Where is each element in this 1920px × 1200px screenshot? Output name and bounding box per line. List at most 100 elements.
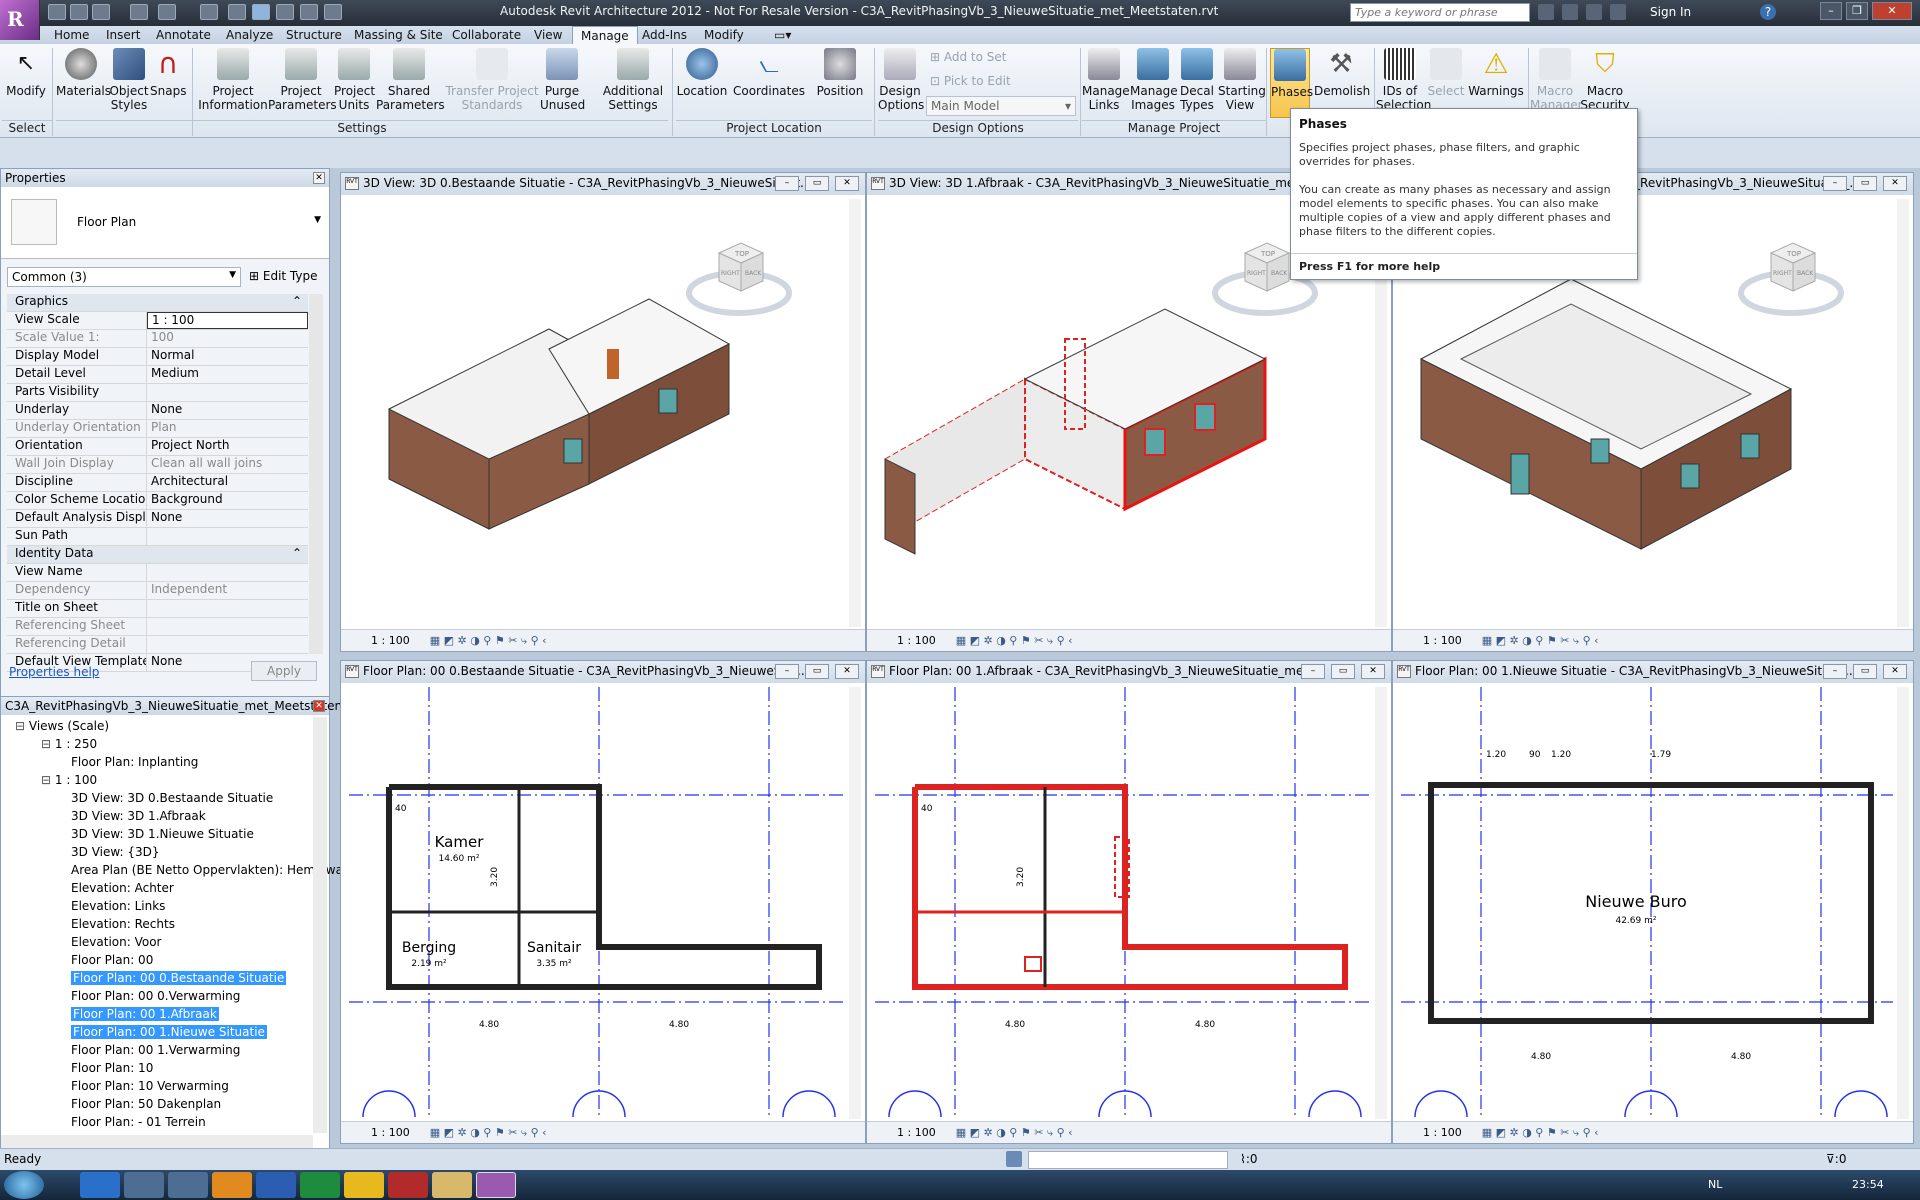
selection-filter[interactable]: ⊽:0 xyxy=(1826,1152,1846,1166)
browser-item[interactable]: Floor Plan: 00 1.Verwarming xyxy=(1,1041,313,1059)
grid-bubble[interactable] xyxy=(1308,1090,1362,1119)
application-menu-button[interactable]: R xyxy=(0,0,40,40)
transfer-project-standards-button[interactable]: Transfer Project Standards xyxy=(444,48,540,112)
view-title-bar[interactable]: RVT Floor Plan: 00 1.Afbraak - C3A_RevitP… xyxy=(867,661,1391,683)
property-category[interactable]: Identity Data ⌃ xyxy=(7,546,308,564)
browser-item[interactable]: Floor Plan: 00 xyxy=(1,951,313,969)
view-minimize-button[interactable]: – xyxy=(775,664,799,679)
view-vscrollbar[interactable] xyxy=(1897,199,1909,627)
view-maximize-button[interactable]: ▭ xyxy=(1331,664,1355,679)
close-browser-button[interactable]: ✕ xyxy=(313,700,325,712)
property-value[interactable]: 1 : 100 xyxy=(147,312,308,329)
view-close-button[interactable]: ✕ xyxy=(1883,176,1907,191)
undo-icon[interactable] xyxy=(130,4,148,20)
acrobat-icon[interactable] xyxy=(388,1172,428,1198)
view-minimize-button[interactable]: – xyxy=(1301,664,1325,679)
edit-type-button[interactable]: ⊞ Edit Type xyxy=(249,267,318,287)
favorites-star-icon[interactable] xyxy=(1610,4,1626,20)
manage-images-button[interactable]: Manage Images xyxy=(1130,48,1178,112)
project-units-button[interactable]: Project Units xyxy=(334,48,375,112)
view-minimize-button[interactable]: – xyxy=(1823,664,1847,679)
browser-hscrollbar[interactable] xyxy=(1,1135,313,1149)
tab-structure[interactable]: Structure xyxy=(278,26,350,44)
browser-item[interactable]: Elevation: Achter xyxy=(1,879,313,897)
media-icon[interactable] xyxy=(168,1172,208,1198)
design-option-dropdown[interactable]: Main Model ▾ xyxy=(926,96,1076,116)
decal-types-button[interactable]: Decal Types xyxy=(1176,48,1218,112)
additional-settings-button[interactable]: Additional Settings xyxy=(600,48,666,112)
tab-home[interactable]: Home xyxy=(46,26,97,44)
view-title-bar[interactable]: RVT Floor Plan: 00 1.Nieuwe Situatie - C3… xyxy=(1393,661,1913,683)
view-vscrollbar[interactable] xyxy=(1375,687,1387,1119)
panel-toggle-icon[interactable]: ▭▾ xyxy=(766,26,799,44)
location-button[interactable]: Location xyxy=(676,48,728,98)
view-canvas[interactable]: Kamer 14.60 m² Berging 2.19 m² Sanitair 3.35 … xyxy=(349,687,845,1119)
view-maximize-button[interactable]: ▭ xyxy=(1853,176,1877,191)
property-value[interactable] xyxy=(147,528,308,545)
snaps-button[interactable]: ∩ Snaps xyxy=(150,48,186,99)
browser-item[interactable]: ⊟ 1 : 250 xyxy=(1,735,313,753)
revit-taskbar-icon[interactable] xyxy=(476,1172,516,1198)
object-styles-button[interactable]: Object Styles xyxy=(108,48,150,112)
tab-massing-site[interactable]: Massing & Site xyxy=(346,26,451,44)
start-button[interactable] xyxy=(4,1171,44,1199)
browser-item[interactable]: Elevation: Links xyxy=(1,897,313,915)
browser-item[interactable]: Elevation: Rechts xyxy=(1,915,313,933)
grid-bubble[interactable] xyxy=(362,1090,416,1119)
tab-annotate[interactable]: Annotate xyxy=(148,26,219,44)
explorer-icon[interactable] xyxy=(432,1172,472,1198)
binoculars-icon[interactable] xyxy=(1538,4,1554,20)
language-indicator[interactable]: NL xyxy=(1708,1178,1722,1191)
browser-item[interactable]: Floor Plan: 00 0.Bestaande Situatie xyxy=(1,969,313,987)
clock[interactable]: 23:54 xyxy=(1852,1178,1884,1191)
view-floor-plan-window[interactable]: RVT Floor Plan: 00 1.Nieuwe Situatie - C3… xyxy=(1392,660,1914,1144)
redo-icon[interactable] xyxy=(158,4,176,20)
browser-item[interactable]: Elevation: Voor xyxy=(1,933,313,951)
view-scale[interactable]: 1 : 100 xyxy=(897,1126,936,1139)
property-value[interactable]: None xyxy=(147,510,308,527)
communication-icon[interactable] xyxy=(1586,4,1602,20)
view-close-button[interactable]: ✕ xyxy=(1883,664,1907,679)
property-value[interactable]: Project North xyxy=(147,438,308,455)
browser-item[interactable]: Area Plan (BE Netto Oppervlakten): Hemel… xyxy=(1,861,348,879)
view-controls-icons[interactable]: ▦ ◩ ✲ ◑ ⚲ ⚑ ✂ ⤷ ⚲ ‹ xyxy=(430,634,547,647)
property-value[interactable]: Background xyxy=(147,492,308,509)
close-button[interactable]: ✕ xyxy=(1872,2,1912,20)
media-player-icon[interactable] xyxy=(212,1172,252,1198)
browser-item[interactable]: 3D View: 3D 1.Afbraak xyxy=(1,807,313,825)
save-icon[interactable] xyxy=(70,4,88,20)
purge-unused-button[interactable]: Purge Unused xyxy=(540,48,585,112)
browser-item[interactable]: 3D View: {3D} xyxy=(1,843,313,861)
view-controls-icons[interactable]: ▦ ◩ ✲ ◑ ⚲ ⚑ ✂ ⤷ ⚲ ‹ xyxy=(1482,634,1599,647)
view-cube[interactable]: TOP RIGHT BACK xyxy=(1738,242,1844,316)
view-floor-plan-window[interactable]: RVT Floor Plan: 00 1.Afbraak - C3A_RevitP… xyxy=(866,660,1392,1144)
view-cube[interactable]: TOP RIGHT BACK xyxy=(686,242,792,316)
room-label[interactable]: Kamer xyxy=(435,833,485,851)
browser-item[interactable]: Floor Plan: 10 Verwarming xyxy=(1,1077,313,1095)
view-close-button[interactable]: ✕ xyxy=(1361,664,1385,679)
close-properties-button[interactable]: ✕ xyxy=(313,172,325,184)
minimize-button[interactable]: – xyxy=(1820,2,1842,20)
view-canvas[interactable]: 4.80 4.80 3.20 40 xyxy=(875,687,1371,1119)
browser-item[interactable]: Floor Plan: 00 0.Verwarming xyxy=(1,987,313,1005)
type-dropdown-icon[interactable]: ▼ xyxy=(314,215,321,225)
view-title-bar[interactable]: RVT 3D View: 3D 0.Bestaande Situatie - C3… xyxy=(341,173,865,195)
active-workset-dropdown[interactable] xyxy=(1028,1151,1228,1169)
view-close-button[interactable]: ✕ xyxy=(835,664,859,679)
room-label[interactable]: Sanitair xyxy=(527,940,581,956)
excel-icon[interactable] xyxy=(300,1172,340,1198)
help-icon[interactable]: ? xyxy=(1760,4,1776,20)
room-label[interactable]: Berging xyxy=(402,940,456,956)
word-icon[interactable] xyxy=(256,1172,296,1198)
property-value[interactable]: Normal xyxy=(147,348,308,365)
search-input[interactable]: Type a keyword or phrase xyxy=(1350,3,1530,22)
design-options-button[interactable]: Design Options xyxy=(878,48,924,112)
view-maximize-button[interactable]: ▭ xyxy=(805,664,829,679)
mail-icon[interactable] xyxy=(124,1172,164,1198)
view-close-button[interactable]: ✕ xyxy=(835,176,859,191)
property-value[interactable] xyxy=(147,600,308,617)
select-by-id-button[interactable]: Select xyxy=(1424,48,1468,98)
worksets-icon[interactable] xyxy=(1006,1151,1022,1167)
view-minimize-button[interactable]: – xyxy=(1823,176,1847,191)
tab-add-ins[interactable]: Add-Ins xyxy=(634,26,695,44)
